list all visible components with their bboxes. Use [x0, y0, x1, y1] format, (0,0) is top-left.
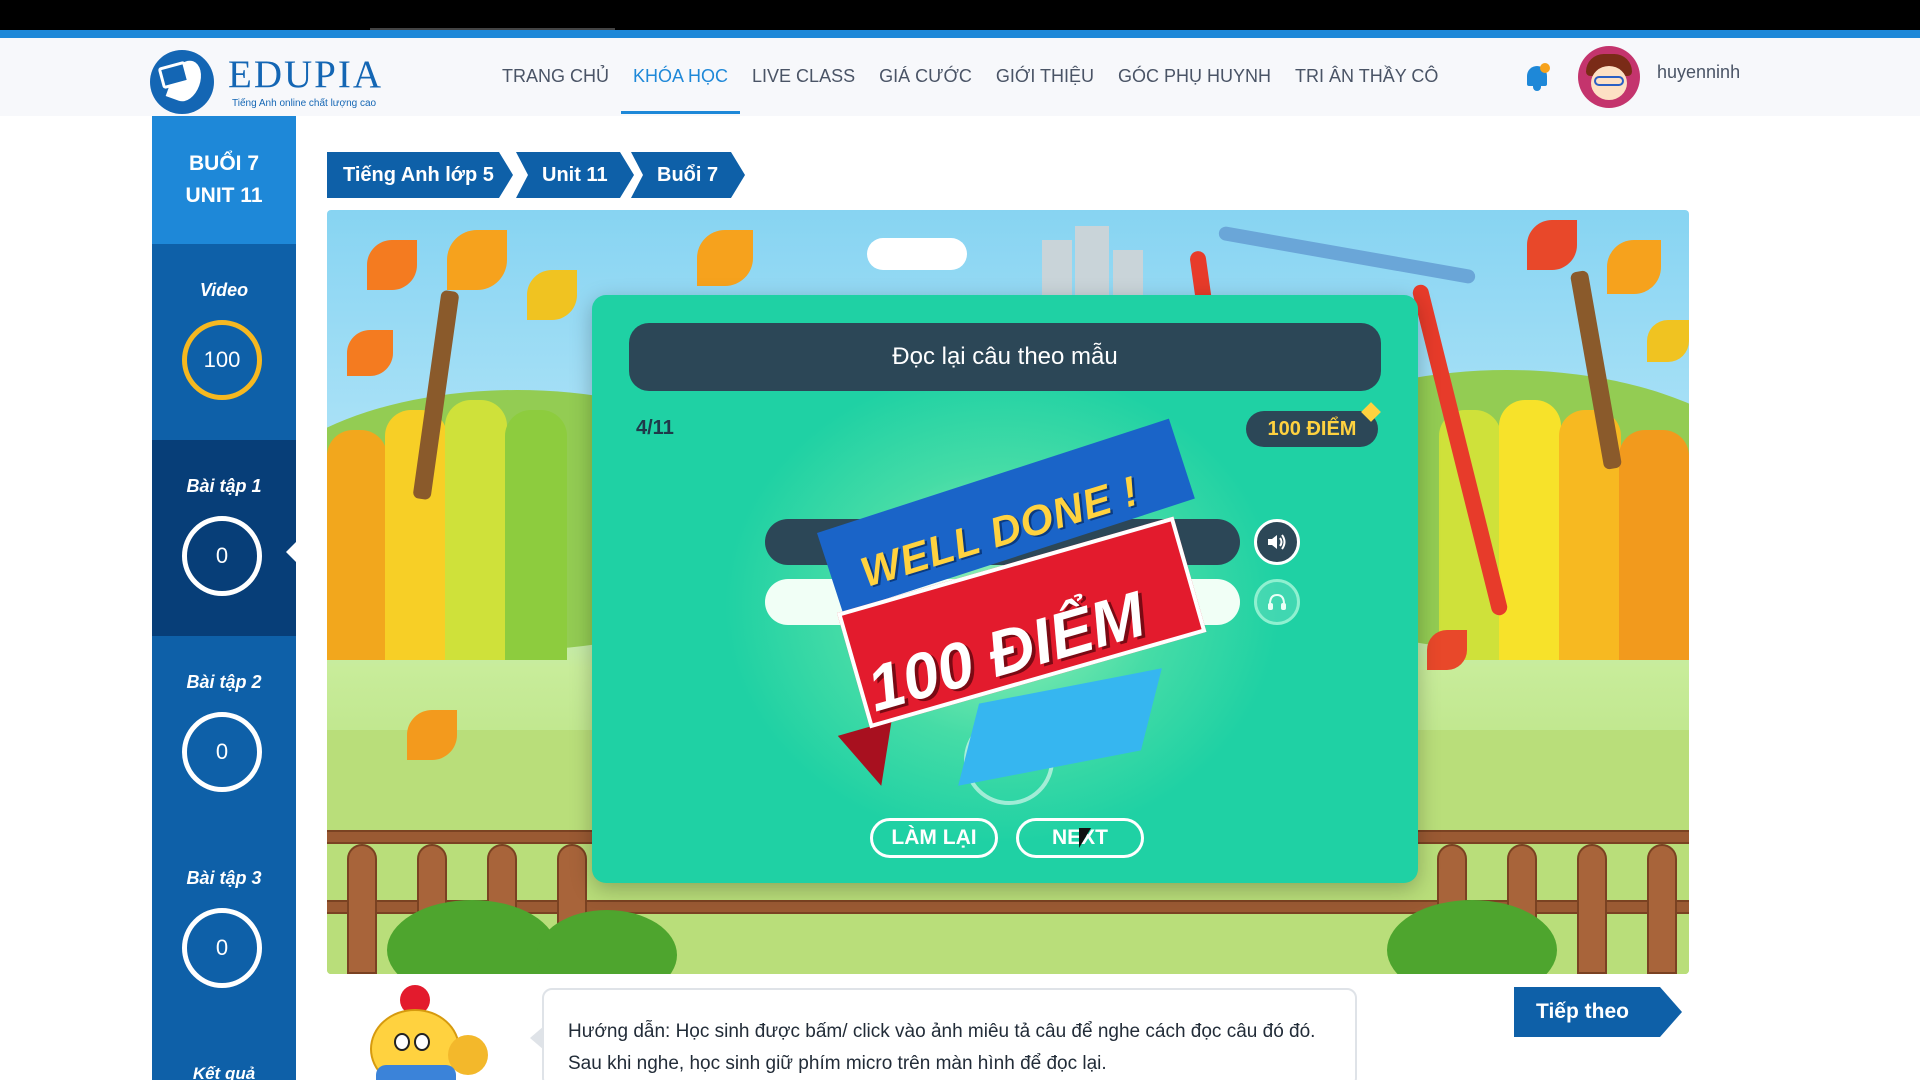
instruction-box: Hướng dẫn: Học sinh được bấm/ click vào … [530, 988, 1357, 1080]
speaker-button[interactable] [1254, 519, 1300, 565]
nav-item-tri-an-thay-co[interactable]: TRI ÂN THẦY CÔ [1283, 62, 1450, 114]
nav-item-trang-chu[interactable]: TRANG CHỦ [490, 62, 621, 114]
mascot-chicken [330, 985, 500, 1080]
lesson-unit: UNIT 11 [185, 184, 263, 207]
colored-fence [327, 430, 387, 660]
sidebar-item-bai-tap-2[interactable]: Bài tập 2 0 [152, 636, 296, 832]
autumn-leaf [527, 270, 577, 320]
microphone-icon [1268, 593, 1286, 610]
autumn-leaf [367, 240, 417, 290]
colored-fence [445, 400, 507, 660]
sidebar-item-label: Bài tập 2 [186, 672, 262, 692]
score-ring: 0 [182, 908, 262, 988]
autumn-leaf [1647, 320, 1689, 362]
site-header: EDUPIA Tiếng Anh online chất lượng cao T… [0, 38, 1920, 116]
background-building [1113, 250, 1143, 300]
score-ring: 100 [182, 320, 262, 400]
nav-item-gioi-thieu[interactable]: GIỚI THIỆU [984, 62, 1106, 114]
breadcrumb-item-grade[interactable]: Tiếng Anh lớp 5 [327, 152, 513, 198]
nav-item-live-class[interactable]: LIVE CLASS [740, 62, 867, 114]
colored-fence [505, 410, 567, 660]
sidebar-item-bai-tap-1[interactable]: Bài tập 1 0 [152, 440, 296, 636]
mouse-cursor [1079, 828, 1091, 848]
top-accent-rule [0, 30, 1920, 38]
lesson-session: BUỔI 7 [188, 152, 259, 175]
score-badge: 100 ĐIỂM [1246, 411, 1378, 447]
retry-button[interactable]: LÀM LẠI [870, 818, 998, 858]
fence-picket [1647, 844, 1677, 974]
notification-dot [1540, 63, 1550, 73]
well-done-banner: WELL DONE ! 100 ĐIỂM [797, 418, 1217, 794]
cloud [867, 238, 967, 270]
autumn-leaf [407, 710, 457, 760]
active-item-pointer [286, 542, 296, 562]
sidebar-item-video[interactable]: Video 100 [152, 244, 296, 440]
edupia-logo[interactable]: EDUPIA Tiếng Anh online chất lượng cao [150, 46, 410, 114]
nav-item-khoa-hoc[interactable]: KHÓA HỌC [621, 62, 741, 114]
brand-tagline: Tiếng Anh online chất lượng cao [232, 98, 377, 109]
nav-item-gia-cuoc[interactable]: GIÁ CƯỚC [867, 62, 984, 114]
sidebar-item-bai-tap-3[interactable]: Bài tập 3 0 [152, 832, 296, 1028]
colored-fence [1619, 430, 1689, 660]
edupia-logo-icon [150, 50, 214, 114]
speaker-icon [1268, 534, 1286, 550]
autumn-leaf [347, 330, 393, 376]
exercise-title: Đọc lại câu theo mẫu [629, 323, 1381, 391]
breadcrumb-item-unit[interactable]: Unit 11 [516, 152, 634, 198]
fence-picket [347, 844, 377, 974]
fence-picket [1577, 844, 1607, 974]
microphone-button[interactable] [1254, 579, 1300, 625]
username[interactable]: huyenninh [1657, 62, 1740, 83]
window-top-bar [0, 0, 1920, 31]
background-building [1042, 240, 1072, 300]
continue-button[interactable]: Tiếp theo [1514, 987, 1682, 1037]
score-ring: 0 [182, 516, 262, 596]
swing-bar [1217, 225, 1477, 285]
exercise-modal: Đọc lại câu theo mẫu 4/11 100 ĐIỂM WELL … [592, 295, 1418, 883]
bell-icon[interactable] [1524, 62, 1550, 92]
autumn-leaf [447, 230, 507, 290]
lesson-sidebar: BUỔI 7 UNIT 11 Video 100 Bài tập 1 0 Bài… [152, 116, 296, 1080]
colored-fence [1439, 410, 1501, 660]
autumn-leaf [1427, 630, 1467, 670]
sidebar-item-label: Bài tập 1 [186, 476, 262, 496]
autumn-leaf [1607, 240, 1661, 294]
lesson-heading: BUỔI 7 UNIT 11 [152, 116, 296, 244]
score-ring: 0 [182, 712, 262, 792]
autumn-leaf [1527, 220, 1577, 270]
sidebar-item-label: Bài tập 3 [186, 868, 262, 888]
avatar[interactable] [1578, 46, 1640, 108]
autumn-leaf [697, 230, 753, 286]
instruction-text: Hướng dẫn: Học sinh được bấm/ click vào … [568, 1021, 1316, 1074]
colored-fence [1499, 400, 1561, 660]
background-building [1075, 226, 1109, 300]
sidebar-item-label: Video [199, 280, 249, 300]
breadcrumb-item-session[interactable]: Buổi 7 [631, 152, 745, 198]
sidebar-item-ket-qua[interactable]: Kết quả [152, 1064, 296, 1080]
main-nav: TRANG CHỦ KHÓA HỌC LIVE CLASS GIÁ CƯỚC G… [490, 62, 1450, 114]
nav-item-goc-phu-huynh[interactable]: GÓC PHỤ HUYNH [1106, 62, 1283, 114]
brand-name: EDUPIA [228, 53, 383, 96]
question-counter: 4/11 [636, 417, 674, 439]
